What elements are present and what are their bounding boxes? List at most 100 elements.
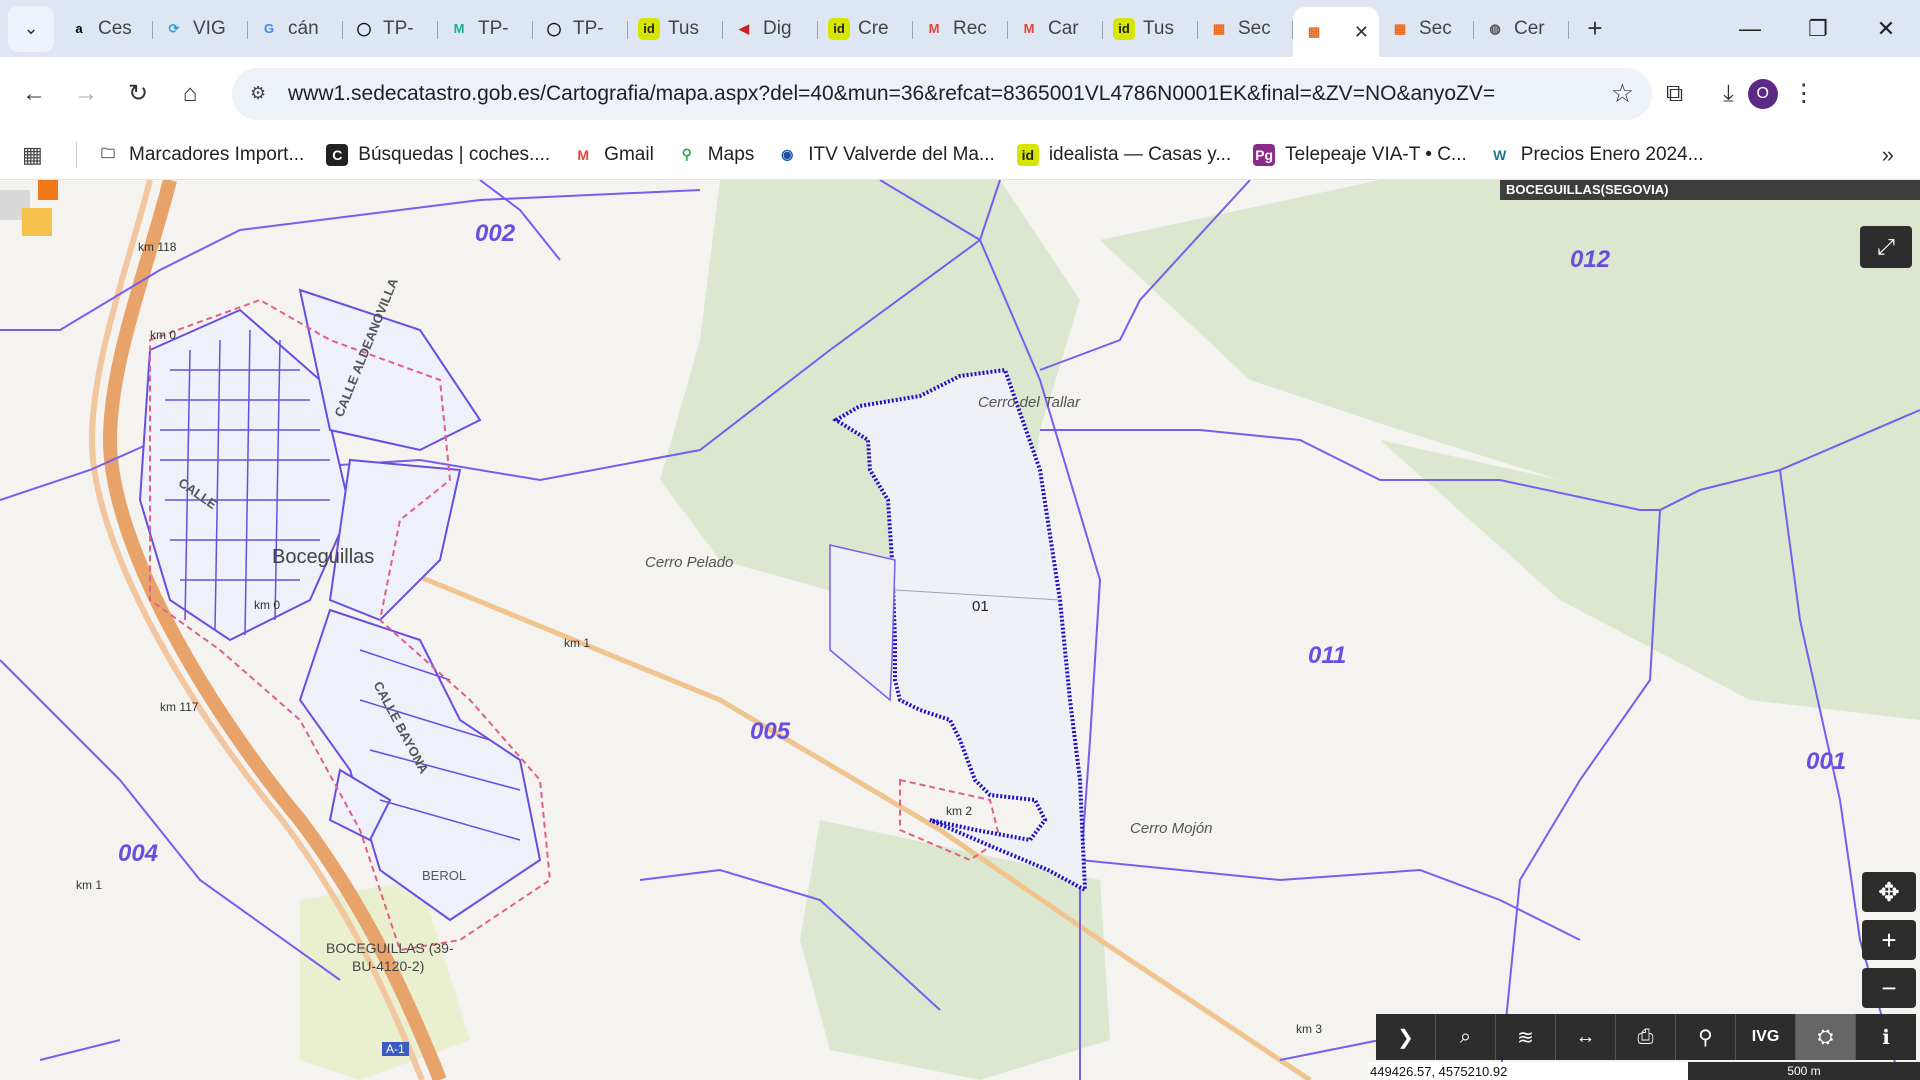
home-button[interactable]: ⌂ bbox=[164, 68, 216, 120]
home-icon: ⌂ bbox=[182, 79, 198, 107]
road-km-label: km 118 bbox=[138, 240, 177, 254]
wordpress-icon: W bbox=[1493, 146, 1507, 163]
browser-tab[interactable]: M TP- bbox=[438, 7, 533, 51]
minus-icon: − bbox=[1881, 972, 1897, 1003]
tab-search-button[interactable]: ⌄ bbox=[8, 5, 54, 52]
location-tool-button[interactable]: ⚲ bbox=[1676, 1014, 1736, 1060]
browser-tab[interactable]: ◯ TP- bbox=[343, 7, 438, 51]
gmail-icon: M bbox=[928, 21, 940, 36]
area-label: BEROL bbox=[422, 868, 467, 883]
window-controls: — ❐ ✕ bbox=[1716, 0, 1920, 57]
bookmark-item[interactable]: Pg Telepeaje VIA-T • C... bbox=[1253, 143, 1467, 166]
coordinates-readout: 449426.57, 4575210.92 bbox=[1370, 1063, 1508, 1079]
amazon-icon: a bbox=[75, 21, 83, 36]
menu-icon[interactable]: ⋮ bbox=[1792, 79, 1816, 108]
road-km-label: km 2 bbox=[946, 804, 973, 818]
browser-tab[interactable]: id Tus bbox=[628, 7, 723, 51]
close-window-button[interactable]: ✕ bbox=[1852, 0, 1920, 57]
bookmark-item[interactable]: 🗀 Marcadores Import... bbox=[97, 144, 304, 166]
bookmark-item[interactable]: ◉ ITV Valverde del Ma... bbox=[776, 144, 995, 166]
bookmark-star-icon[interactable]: ☆ bbox=[1611, 78, 1634, 109]
bookmark-label: idealista — Casas y... bbox=[1048, 143, 1232, 165]
browser-tab[interactable]: Gcán bbox=[248, 7, 343, 51]
bookmark-item[interactable]: M Gmail bbox=[572, 143, 654, 166]
close-tab-icon[interactable]: ✕ bbox=[1354, 22, 1369, 43]
overview-tool-button[interactable]: ⛭ bbox=[1796, 1014, 1856, 1060]
bookmark-label: Gmail bbox=[604, 143, 654, 165]
browser-tab[interactable]: M Car bbox=[1008, 7, 1103, 51]
reload-icon: ↻ bbox=[127, 80, 149, 107]
fullscreen-button[interactable]: ⤢ bbox=[1860, 226, 1912, 268]
minimize-button[interactable]: — bbox=[1716, 0, 1784, 57]
polygon-number-label: 004 bbox=[118, 840, 159, 867]
bookmark-item[interactable]: W Precios Enero 2024... bbox=[1489, 143, 1704, 166]
zoom-out-button[interactable]: − bbox=[1862, 968, 1916, 1008]
bookmark-item[interactable]: ⚲ Maps bbox=[676, 143, 755, 166]
polygon-number-label: 011 bbox=[1308, 642, 1347, 669]
browser-tab[interactable]: ▦ Sec bbox=[1198, 7, 1293, 51]
apps-grid-icon[interactable]: ▦ bbox=[22, 142, 62, 168]
new-tab-button[interactable]: + bbox=[1573, 7, 1617, 51]
browser-tab[interactable]: a Ces bbox=[58, 7, 153, 51]
back-button[interactable]: ← bbox=[8, 68, 60, 120]
download-icon[interactable]: ⤓ bbox=[1723, 80, 1734, 108]
polygon-number-label: 001 bbox=[1806, 748, 1847, 775]
bookmark-item[interactable]: C Búsquedas | coches.... bbox=[326, 143, 550, 166]
gmail-icon: M bbox=[577, 146, 589, 163]
url-text[interactable]: www1.sedecatastro.gob.es/Cartografia/map… bbox=[288, 82, 1611, 106]
browser-tab[interactable]: id Tus bbox=[1103, 7, 1198, 51]
tab-title: TP- bbox=[383, 17, 414, 39]
layers-tool-button[interactable]: ≋ bbox=[1496, 1014, 1556, 1060]
browser-tab[interactable]: ◍ Cer bbox=[1474, 7, 1569, 51]
cadastral-map[interactable]: 002 012 011 005 001 004 Cerro del Tallar… bbox=[0, 180, 1920, 1080]
map-canvas[interactable] bbox=[0, 180, 1920, 1080]
restore-button[interactable]: ❐ bbox=[1784, 0, 1852, 57]
catastro-icon: ▦ bbox=[1393, 20, 1407, 36]
bookmarks-bar: ▦ 🗀 Marcadores Import... C Búsquedas | coch… bbox=[0, 130, 1920, 180]
browser-tab[interactable]: id Cre bbox=[818, 7, 913, 51]
bookmark-label: ITV Valverde del Ma... bbox=[808, 143, 995, 165]
profile-avatar[interactable]: O bbox=[1747, 78, 1778, 109]
tab-title: TP- bbox=[478, 17, 509, 39]
browser-tab[interactable]: M Rec bbox=[913, 7, 1008, 51]
info-tool-button[interactable]: ℹ bbox=[1856, 1014, 1916, 1060]
ivg-tool-button[interactable]: IVG bbox=[1736, 1014, 1796, 1060]
site-settings-icon[interactable]: ⚙ bbox=[250, 83, 278, 104]
print-tool-button[interactable]: ⎙ bbox=[1616, 1014, 1676, 1060]
browser-tab[interactable]: ⟳ VIG bbox=[153, 7, 248, 51]
pan-button[interactable]: ✥ bbox=[1862, 872, 1916, 912]
arrow-left-icon: ← bbox=[22, 79, 46, 107]
reload-button[interactable]: ↻ bbox=[112, 68, 164, 120]
address-bar[interactable]: ⚙ www1.sedecatastro.gob.es/Cartografia/m… bbox=[232, 67, 1652, 120]
minimize-icon: — bbox=[1739, 15, 1761, 41]
road-km-label: km 3 bbox=[1296, 1022, 1323, 1036]
parcel-number-label: 01 bbox=[972, 598, 989, 615]
tab-title: TP- bbox=[573, 17, 604, 39]
road-km-label: km 1 bbox=[564, 636, 591, 650]
scale-bar: 500 m bbox=[1688, 1062, 1920, 1080]
idealista-icon: id bbox=[828, 17, 850, 40]
more-bookmarks-icon[interactable]: » bbox=[1882, 142, 1894, 168]
area-label: BU-4120-2) bbox=[352, 958, 425, 974]
maps-icon: ⚲ bbox=[681, 146, 692, 162]
ivg-label: IVG bbox=[1751, 1028, 1780, 1045]
google-icon: G bbox=[263, 21, 275, 36]
adjacent-parcel bbox=[829, 544, 896, 702]
search-tool-button[interactable]: ⌕ bbox=[1436, 1014, 1496, 1060]
polygon-number-label: 005 bbox=[750, 718, 791, 745]
tab-title: VIG bbox=[193, 17, 226, 39]
forward-button[interactable]: → bbox=[60, 68, 112, 120]
catastro-icon: ▦ bbox=[1212, 20, 1226, 36]
measure-tool-button[interactable]: ↔ bbox=[1556, 1014, 1616, 1060]
expand-toolbar-button[interactable]: ❯ bbox=[1376, 1014, 1436, 1060]
catastro-logo-icon bbox=[0, 180, 58, 236]
extensions-icon[interactable]: ⧉ bbox=[1666, 80, 1683, 108]
browser-tab[interactable]: ▦ Sec bbox=[1379, 7, 1474, 51]
browser-tab[interactable]: ◯ TP- bbox=[533, 7, 628, 51]
zoom-in-button[interactable]: + bbox=[1862, 920, 1916, 960]
bookmark-label: Precios Enero 2024... bbox=[1520, 143, 1704, 165]
browser-tab[interactable]: ▦ ✕ bbox=[1293, 7, 1379, 57]
bookmark-item[interactable]: id idealista — Casas y... bbox=[1016, 143, 1232, 166]
bookmark-label: Maps bbox=[707, 143, 755, 165]
browser-tab[interactable]: ◀ Dig bbox=[723, 7, 818, 51]
